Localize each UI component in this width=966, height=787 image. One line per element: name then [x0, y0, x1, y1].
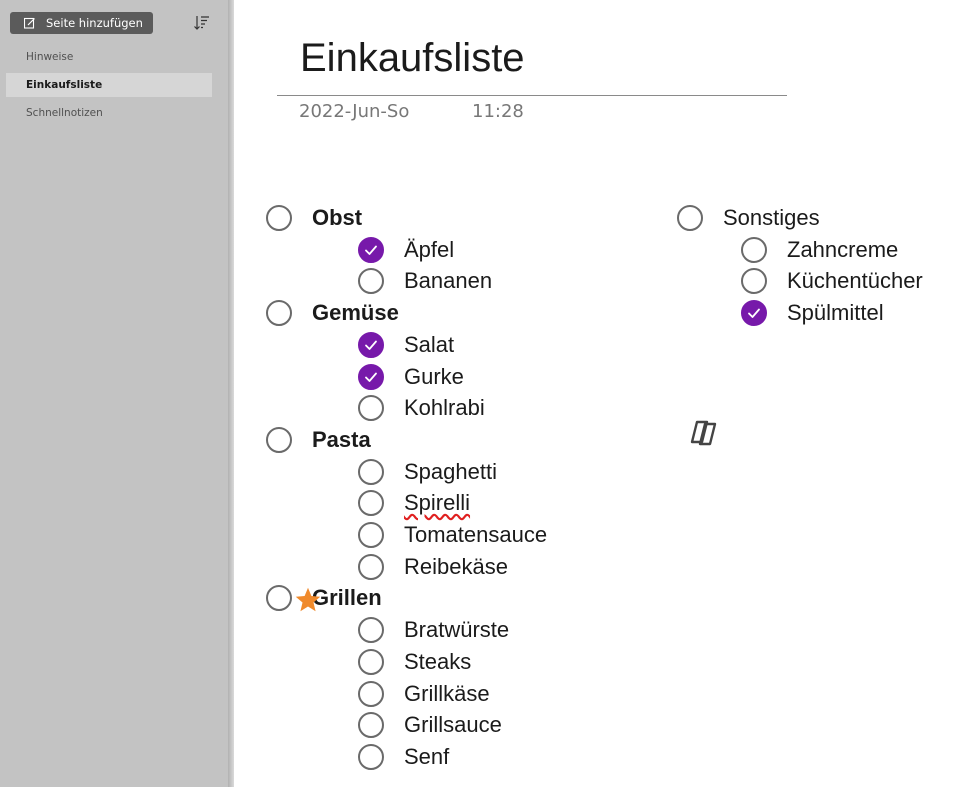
- checkbox-unchecked[interactable]: [358, 490, 384, 517]
- list-item-label[interactable]: Zahncreme: [787, 237, 898, 263]
- checklist-item: Gurke: [358, 362, 464, 392]
- page-title[interactable]: Einkaufsliste: [300, 36, 525, 81]
- checklist-item: Zahncreme: [741, 235, 898, 265]
- page-list-sidebar: Seite hinzufügen Hinweise Einkaufsliste …: [0, 0, 228, 787]
- checkbox-unchecked[interactable]: [741, 268, 767, 295]
- checkbox-unchecked[interactable]: [358, 712, 384, 739]
- page-item-schnellnotizen[interactable]: Schnellnotizen: [6, 101, 212, 125]
- list-heading[interactable]: Grillen: [312, 585, 382, 611]
- list-item-label[interactable]: Kohlrabi: [404, 395, 485, 421]
- list-item-label[interactable]: Spirelli: [404, 490, 470, 516]
- checkbox-checked[interactable]: [358, 363, 384, 390]
- list-item-label[interactable]: Küchentücher: [787, 268, 923, 294]
- list-item-label[interactable]: Grillkäse: [404, 681, 490, 707]
- checkbox-unchecked[interactable]: [677, 205, 703, 231]
- checkbox-unchecked[interactable]: [358, 617, 384, 644]
- checklist-heading-row: Gemüse: [266, 298, 399, 328]
- checklist-item: Spülmittel: [741, 298, 884, 328]
- list-item-label[interactable]: Äpfel: [404, 237, 454, 263]
- list-heading[interactable]: Obst: [312, 205, 362, 231]
- checkbox-unchecked[interactable]: [266, 205, 292, 231]
- page-item-einkaufsliste[interactable]: Einkaufsliste: [6, 73, 212, 97]
- checklist-item: Kohlrabi: [358, 393, 485, 423]
- page-item-label: Einkaufsliste: [26, 79, 103, 91]
- checkbox-unchecked[interactable]: [358, 680, 384, 707]
- checklist-item: Salat: [358, 330, 454, 360]
- sort-icon[interactable]: [193, 14, 211, 32]
- checklist-item: Spirelli: [358, 488, 470, 518]
- list-item-label[interactable]: Steaks: [404, 649, 471, 675]
- checklist-heading-row: Grillen: [266, 583, 382, 613]
- checkbox-unchecked[interactable]: [358, 458, 384, 485]
- checklist-item: Senf: [358, 742, 449, 772]
- checklist-item: Küchentücher: [741, 266, 923, 296]
- checkbox-unchecked[interactable]: [358, 522, 384, 548]
- star-icon: [295, 587, 321, 612]
- checklist-item: Bananen: [358, 266, 492, 296]
- checklist-heading-row: Sonstiges: [677, 203, 820, 233]
- checkbox-unchecked[interactable]: [358, 395, 384, 422]
- page-item-hinweise[interactable]: Hinweise: [6, 45, 212, 69]
- list-item-label[interactable]: Spaghetti: [404, 459, 497, 485]
- checkbox-unchecked[interactable]: [741, 236, 767, 263]
- checkbox-checked[interactable]: [358, 236, 384, 263]
- checklist-item: Reibekäse: [358, 552, 508, 582]
- checkbox-unchecked[interactable]: [266, 585, 292, 612]
- page-item-label: Schnellnotizen: [26, 107, 103, 119]
- sidebar-splitter[interactable]: [228, 0, 234, 787]
- list-item-label[interactable]: Sonstiges: [723, 205, 820, 231]
- list-item-label[interactable]: Grillsauce: [404, 712, 502, 738]
- list-item-label[interactable]: Gurke: [404, 364, 464, 390]
- page-date: 2022-Jun-So: [299, 101, 410, 122]
- checklist-item: Grillkäse: [358, 679, 490, 709]
- checkbox-unchecked[interactable]: [358, 553, 384, 580]
- page-item-label: Hinweise: [26, 51, 74, 63]
- checklist-item: Tomatensauce: [358, 520, 547, 550]
- checkbox-checked[interactable]: [358, 331, 384, 358]
- add-page-button[interactable]: Seite hinzufügen: [10, 12, 153, 34]
- checklist-heading-row: Obst: [266, 203, 362, 233]
- title-divider: [277, 95, 787, 96]
- list-item-label[interactable]: Senf: [404, 744, 449, 770]
- list-heading[interactable]: Pasta: [312, 427, 371, 453]
- checkbox-checked[interactable]: [741, 300, 767, 327]
- list-item-label[interactable]: Tomatensauce: [404, 522, 547, 548]
- list-item-label[interactable]: Salat: [404, 332, 454, 358]
- checkbox-unchecked[interactable]: [358, 268, 384, 295]
- checkbox-unchecked[interactable]: [358, 743, 384, 770]
- list-item-label[interactable]: Reibekäse: [404, 554, 508, 580]
- checklist-item: Steaks: [358, 647, 471, 677]
- list-item-label[interactable]: Bratwürste: [404, 617, 509, 643]
- checklist-item: Äpfel: [358, 235, 454, 265]
- copilot-icon[interactable]: [686, 412, 726, 452]
- add-page-icon: [24, 17, 35, 29]
- checkbox-unchecked[interactable]: [358, 648, 384, 675]
- add-page-label: Seite hinzufügen: [46, 16, 143, 30]
- checklist-heading-row: Pasta: [266, 425, 371, 455]
- checklist-item: Bratwürste: [358, 615, 509, 645]
- list-item-label[interactable]: Bananen: [404, 268, 492, 294]
- checklist-item: Grillsauce: [358, 710, 502, 740]
- list-item-label[interactable]: Spülmittel: [787, 300, 884, 326]
- page-time: 11:28: [472, 101, 524, 122]
- checkbox-unchecked[interactable]: [266, 426, 292, 453]
- checklist-item: Spaghetti: [358, 457, 497, 487]
- checkbox-unchecked[interactable]: [266, 300, 292, 327]
- list-heading[interactable]: Gemüse: [312, 300, 399, 326]
